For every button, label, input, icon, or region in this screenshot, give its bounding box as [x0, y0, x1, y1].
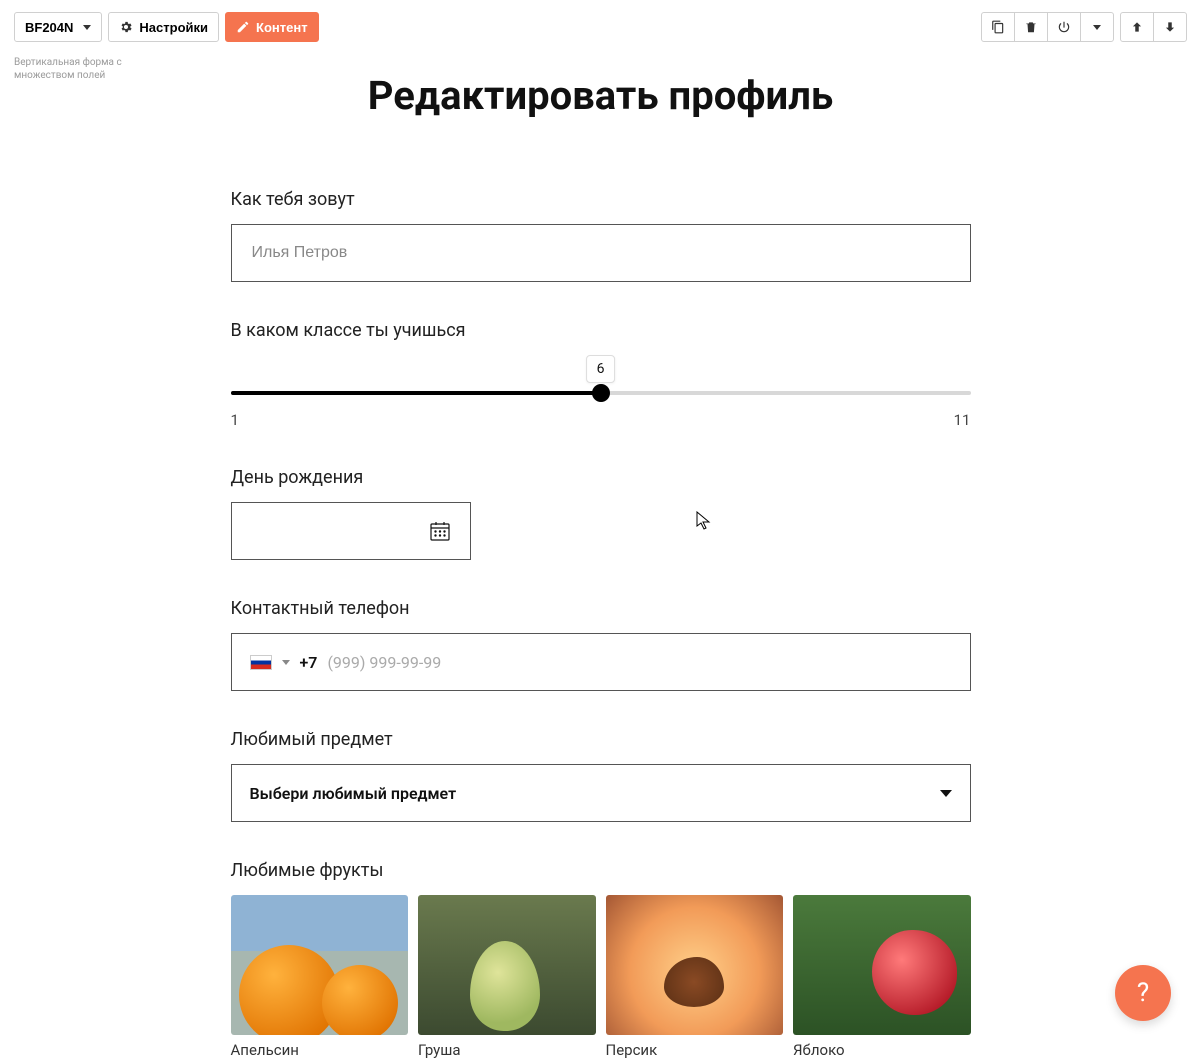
chevron-down-icon	[940, 790, 952, 797]
phone-placeholder: (999) 999-99-99	[327, 653, 441, 672]
slider-handle[interactable]	[592, 384, 610, 402]
help-icon: ?	[1137, 978, 1149, 1008]
fruit-option-orange[interactable]: Апельсин	[231, 895, 409, 1059]
content-button[interactable]: Контент	[225, 12, 319, 42]
arrow-down-icon	[1163, 20, 1177, 34]
trash-icon	[1024, 20, 1038, 34]
phone-label: Контактный телефон	[231, 598, 971, 619]
flag-ru-icon	[250, 655, 272, 670]
page-title: Редактировать профиль	[0, 72, 1201, 119]
block-description: Вертикальная форма с множеством полей	[14, 56, 124, 82]
gear-icon	[119, 20, 133, 34]
more-dropdown[interactable]	[1080, 12, 1114, 42]
name-input[interactable]	[231, 224, 971, 282]
delete-button[interactable]	[1014, 12, 1048, 42]
fruit-option-peach[interactable]: Персик	[606, 895, 784, 1059]
grade-slider[interactable]: 6 1 11	[231, 355, 971, 429]
slider-min-label: 1	[231, 411, 239, 429]
subject-placeholder: Выбери любимый предмет	[250, 784, 457, 803]
power-icon	[1057, 20, 1071, 34]
help-button[interactable]: ?	[1115, 965, 1171, 1021]
copy-icon	[991, 20, 1005, 34]
move-down-button[interactable]	[1153, 12, 1187, 42]
settings-label: Настройки	[139, 20, 208, 35]
fruit-image	[793, 895, 971, 1035]
slider-max-label: 11	[954, 411, 971, 429]
fruit-caption: Персик	[606, 1041, 784, 1059]
slider-fill	[231, 391, 601, 395]
fruit-option-apple[interactable]: Яблоко	[793, 895, 971, 1059]
block-id-dropdown[interactable]: BF204N	[14, 12, 102, 42]
slider-tooltip: 6	[586, 355, 616, 383]
block-id-label: BF204N	[25, 20, 73, 35]
fruit-image	[231, 895, 409, 1035]
chevron-down-icon	[1093, 25, 1101, 30]
grade-label: В каком классе ты учишься	[231, 320, 971, 341]
duplicate-button[interactable]	[981, 12, 1015, 42]
fruits-label: Любимые фрукты	[231, 860, 971, 881]
fruit-caption: Груша	[418, 1041, 596, 1059]
content-label: Контент	[256, 20, 308, 35]
birthday-input[interactable]	[231, 502, 471, 560]
fruit-option-pear[interactable]: Груша	[418, 895, 596, 1059]
phone-input[interactable]: +7 (999) 999-99-99	[231, 633, 971, 691]
pencil-icon	[236, 20, 250, 34]
calendar-icon	[428, 519, 452, 543]
arrow-up-icon	[1130, 20, 1144, 34]
fruit-caption: Яблоко	[793, 1041, 971, 1059]
subject-label: Любимый предмет	[231, 729, 971, 750]
phone-prefix: +7	[300, 653, 318, 672]
chevron-down-icon	[83, 25, 91, 30]
subject-select[interactable]: Выбери любимый предмет	[231, 764, 971, 822]
move-up-button[interactable]	[1120, 12, 1154, 42]
action-group-2	[1120, 12, 1187, 42]
birthday-label: День рождения	[231, 467, 971, 488]
action-group-1	[981, 12, 1114, 42]
name-label: Как тебя зовут	[231, 189, 971, 210]
chevron-down-icon[interactable]	[282, 660, 290, 665]
slider-track	[231, 391, 971, 395]
power-button[interactable]	[1047, 12, 1081, 42]
fruit-caption: Апельсин	[231, 1041, 409, 1059]
settings-button[interactable]: Настройки	[108, 12, 219, 42]
fruit-image	[606, 895, 784, 1035]
profile-form: Как тебя зовут В каком классе ты учишься…	[231, 189, 971, 1059]
fruit-image	[418, 895, 596, 1035]
